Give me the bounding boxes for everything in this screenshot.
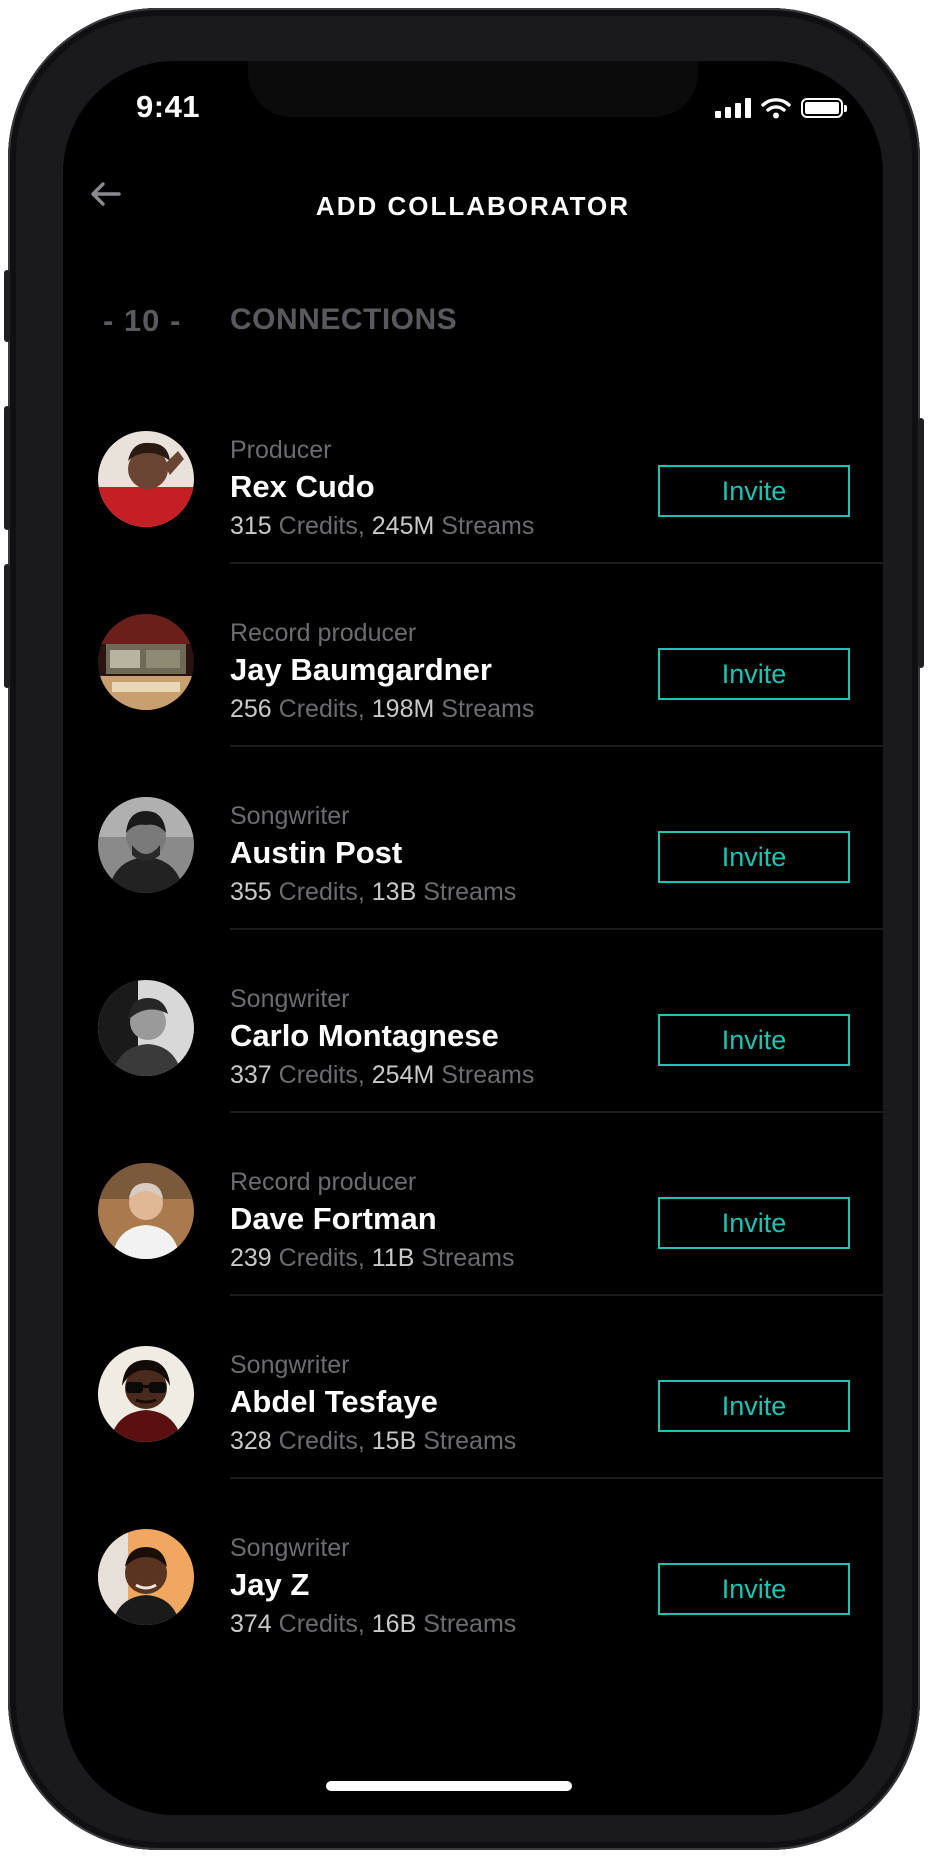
- avatar: [98, 431, 194, 527]
- credits-label: Credits,: [278, 512, 365, 540]
- invite-button[interactable]: Invite: [658, 1563, 850, 1615]
- list-item: Record producer Dave Fortman 239 Credits…: [63, 1113, 883, 1296]
- connection-name: Austin Post: [230, 835, 403, 870]
- invite-button[interactable]: Invite: [658, 831, 850, 883]
- credits-label: Credits,: [278, 1061, 365, 1089]
- home-indicator[interactable]: [326, 1781, 572, 1791]
- streams-count: 11B: [371, 1244, 415, 1272]
- side-button-volume-down: [4, 564, 10, 688]
- streams-label: Streams: [441, 512, 535, 540]
- connection-role: Record producer: [230, 619, 417, 647]
- connection-stats: 256 Credits, 198M Streams: [230, 695, 534, 724]
- list-item: Songwriter Carlo Montagnese 337 Credits,…: [63, 930, 883, 1113]
- credits-count: 328: [230, 1427, 272, 1455]
- connection-stats: 315 Credits, 245M Streams: [230, 512, 534, 541]
- avatar: [98, 1529, 194, 1625]
- connection-name: Jay Z: [230, 1567, 310, 1602]
- invite-button[interactable]: Invite: [658, 1380, 850, 1432]
- connection-name: Carlo Montagnese: [230, 1018, 499, 1053]
- connection-role: Producer: [230, 436, 332, 464]
- connections-count: - 10 -: [103, 303, 182, 338]
- wifi-icon: [761, 98, 791, 119]
- connection-role: Songwriter: [230, 985, 350, 1013]
- connection-stats: 337 Credits, 254M Streams: [230, 1061, 534, 1090]
- battery-icon: [801, 98, 847, 118]
- status-time: 9:41: [136, 89, 201, 124]
- avatar: [98, 797, 194, 893]
- app-screen: 9:41 ADD COLLABORATOR - 10 - CONNECTIONS: [63, 61, 883, 1815]
- connection-role: Songwriter: [230, 1351, 350, 1379]
- connection-role: Songwriter: [230, 1534, 350, 1562]
- connection-name: Rex Cudo: [230, 469, 375, 504]
- credits-label: Credits,: [278, 1610, 365, 1638]
- list-item: Songwriter Abdel Tesfaye 328 Credits, 15…: [63, 1296, 883, 1479]
- connection-name: Jay Baumgardner: [230, 652, 492, 687]
- side-button-power: [918, 418, 924, 668]
- streams-count: 16B: [371, 1610, 417, 1638]
- credits-count: 374: [230, 1610, 272, 1638]
- streams-label: Streams: [421, 1244, 515, 1272]
- credits-label: Credits,: [278, 1427, 365, 1455]
- section-title: CONNECTIONS: [230, 303, 458, 336]
- list-item: Producer Rex Cudo 315 Credits, 245M Stre…: [63, 381, 883, 564]
- credits-count: 355: [230, 878, 272, 906]
- credits-count: 239: [230, 1244, 272, 1272]
- connection-name: Dave Fortman: [230, 1201, 437, 1236]
- streams-label: Streams: [423, 1427, 517, 1455]
- connections-list: Producer Rex Cudo 315 Credits, 245M Stre…: [63, 381, 883, 1662]
- invite-button[interactable]: Invite: [658, 1014, 850, 1066]
- credits-count: 315: [230, 512, 272, 540]
- connection-role: Record producer: [230, 1168, 417, 1196]
- credits-label: Credits,: [278, 878, 365, 906]
- avatar: [98, 980, 194, 1076]
- list-item: Songwriter Jay Z 374 Credits, 16B Stream…: [63, 1479, 883, 1662]
- credits-count: 256: [230, 695, 272, 723]
- streams-count: 254M: [371, 1061, 435, 1089]
- page-title: ADD COLLABORATOR: [315, 191, 631, 221]
- streams-count: 13B: [371, 878, 417, 906]
- streams-count: 198M: [371, 695, 435, 723]
- invite-button[interactable]: Invite: [658, 1197, 850, 1249]
- credits-count: 337: [230, 1061, 272, 1089]
- streams-label: Streams: [423, 1610, 517, 1638]
- connection-stats: 355 Credits, 13B Streams: [230, 878, 516, 907]
- side-button-mute: [4, 270, 10, 342]
- status-icons: [715, 97, 847, 119]
- connection-stats: 374 Credits, 16B Streams: [230, 1610, 516, 1639]
- connection-role: Songwriter: [230, 802, 350, 830]
- side-button-volume-up: [4, 406, 10, 530]
- avatar: [98, 1346, 194, 1442]
- phone-frame: 9:41 ADD COLLABORATOR - 10 - CONNECTIONS: [4, 8, 924, 1850]
- connection-stats: 328 Credits, 15B Streams: [230, 1427, 516, 1456]
- invite-button[interactable]: Invite: [658, 465, 850, 517]
- streams-label: Streams: [441, 1061, 535, 1089]
- list-item: Songwriter Austin Post 355 Credits, 13B …: [63, 747, 883, 930]
- streams-label: Streams: [441, 695, 535, 723]
- streams-count: 245M: [371, 512, 435, 540]
- signal-icon: [715, 98, 751, 118]
- connection-stats: 239 Credits, 11B Streams: [230, 1244, 514, 1273]
- connection-name: Abdel Tesfaye: [230, 1384, 438, 1419]
- avatar: [98, 1163, 194, 1259]
- list-item: Record producer Jay Baumgardner 256 Cred…: [63, 564, 883, 747]
- streams-count: 15B: [371, 1427, 417, 1455]
- invite-button[interactable]: Invite: [658, 648, 850, 700]
- streams-label: Streams: [423, 878, 517, 906]
- avatar: [98, 614, 194, 710]
- credits-label: Credits,: [278, 1244, 365, 1272]
- notch: [248, 61, 698, 117]
- credits-label: Credits,: [278, 695, 365, 723]
